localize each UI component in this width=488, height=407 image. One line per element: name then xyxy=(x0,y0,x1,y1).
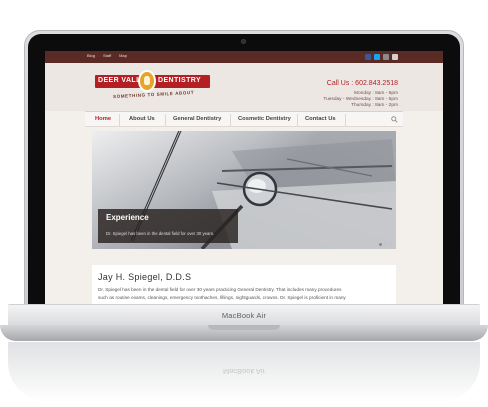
nav-general-dentistry[interactable]: General Dentistry xyxy=(173,116,221,122)
nav-contact-us[interactable]: Contact Us xyxy=(305,116,336,122)
top-links: Blog Staff Map xyxy=(87,53,127,58)
main-content: Jay H. Spiegel, D.D.S Dr. Spiegel has be… xyxy=(92,265,396,304)
hours-line: Thursday : 8am - 2pm xyxy=(351,103,398,108)
slider-dot[interactable] xyxy=(379,243,382,246)
rss-icon[interactable] xyxy=(392,54,398,60)
logo-tagline: SOMETHING TO SMILE ABOUT xyxy=(112,89,195,100)
main-nav: Home About Us General Dentistry Cosmetic… xyxy=(85,111,403,127)
brand-label-reflection: MacBook Air xyxy=(222,367,266,376)
nav-divider xyxy=(165,114,166,126)
paragraph-line: Dr. Spiegel has been in the dental field… xyxy=(98,287,342,292)
slider-dots xyxy=(379,243,392,246)
website-screen: Blog Staff Map DEER VALLEY DENTISTRY SOM… xyxy=(45,51,443,304)
laptop-notch xyxy=(208,325,280,330)
share-icon[interactable] xyxy=(383,54,389,60)
top-link-blog[interactable]: Blog xyxy=(87,53,95,58)
nav-divider xyxy=(119,114,120,126)
twitter-icon[interactable] xyxy=(374,54,380,60)
nav-cosmetic-dentistry[interactable]: Cosmetic Dentistry xyxy=(238,116,291,122)
call-us-phone[interactable]: Call Us : 602.843.2518 xyxy=(327,80,398,87)
doctor-name-heading: Jay H. Spiegel, D.D.S xyxy=(98,272,192,282)
facebook-icon[interactable] xyxy=(365,54,371,60)
slider-dot[interactable] xyxy=(384,243,387,246)
hero-caption: Experience Dr. Spiegel has been in the d… xyxy=(98,209,238,243)
hero-slider[interactable]: Experience Dr. Spiegel has been in the d… xyxy=(92,131,396,249)
site-logo[interactable]: DEER VALLEY DENTISTRY SOMETHING TO SMILE… xyxy=(95,70,210,104)
hero-title: Experience xyxy=(106,213,149,222)
nav-divider xyxy=(345,114,346,126)
nav-home[interactable]: Home xyxy=(95,116,111,122)
social-icons xyxy=(365,54,398,60)
brand-label: MacBook Air xyxy=(221,311,267,320)
site-header: DEER VALLEY DENTISTRY SOMETHING TO SMILE… xyxy=(45,63,443,111)
nav-divider xyxy=(230,114,231,126)
nav-divider xyxy=(297,114,298,126)
slider-dot[interactable] xyxy=(389,243,392,246)
office-hours: Monday : 8am - 6pm Tuesday - Wednesday :… xyxy=(323,91,398,109)
camera-icon xyxy=(241,39,246,44)
logo-word-right: DENTISTRY xyxy=(158,77,202,84)
hero-text: Dr. Spiegel has been in the dental field… xyxy=(106,231,215,236)
nav-about-us[interactable]: About Us xyxy=(129,116,155,122)
top-link-map[interactable]: Map xyxy=(119,53,127,58)
laptop-mockup: Blog Staff Map DEER VALLEY DENTISTRY SOM… xyxy=(0,0,488,407)
tooth-icon xyxy=(138,70,156,92)
search-icon[interactable] xyxy=(391,116,398,123)
top-link-staff[interactable]: Staff xyxy=(103,53,111,58)
top-utility-bar: Blog Staff Map xyxy=(45,51,443,63)
paragraph-line: such as routine exams, cleanings, emerge… xyxy=(98,295,346,300)
